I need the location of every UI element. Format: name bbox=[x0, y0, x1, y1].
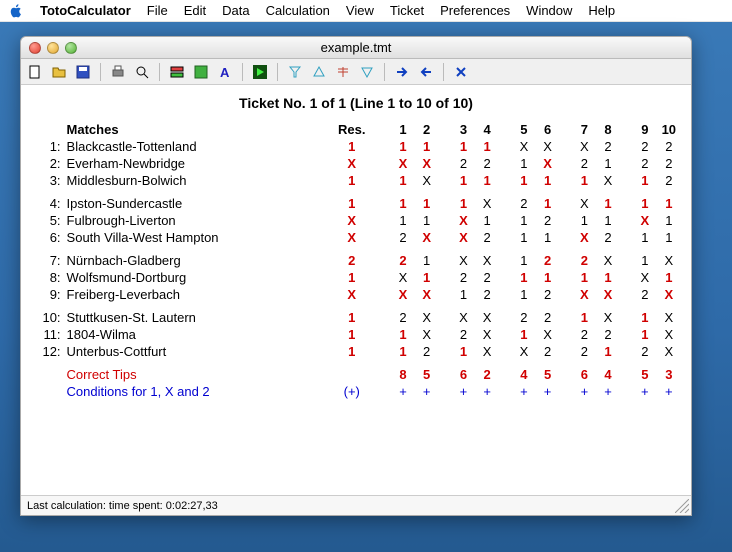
preview-icon[interactable] bbox=[132, 62, 152, 82]
disk-icon[interactable] bbox=[191, 62, 211, 82]
clear-icon[interactable] bbox=[451, 62, 471, 82]
col-2: 2 bbox=[415, 121, 439, 138]
ticket-grid: Matches Res. 1 2 3 4 5 6 7 8 9 10 bbox=[31, 121, 681, 400]
conditions-row[interactable]: Conditions for 1, X and 2(+)++++++++++ bbox=[31, 383, 681, 400]
menu-edit[interactable]: Edit bbox=[184, 3, 206, 18]
apple-logo-icon bbox=[8, 3, 24, 19]
table-row: 7:Nürnbach-Gladberg221XX122X1X bbox=[31, 252, 681, 269]
table-row: 11:1804-Wilma11X2X1X221X bbox=[31, 326, 681, 343]
filter4-icon[interactable] bbox=[357, 62, 377, 82]
col-5: 5 bbox=[512, 121, 536, 138]
zoom-button[interactable] bbox=[65, 42, 77, 54]
new-icon[interactable] bbox=[25, 62, 45, 82]
table-row: 12:Unterbus-Cottfurt1121XX2212X bbox=[31, 343, 681, 360]
col-1: 1 bbox=[391, 121, 415, 138]
font-icon[interactable]: A bbox=[215, 62, 235, 82]
table-row: 10:Stuttkusen-St. Lautern12XXX221X1X bbox=[31, 309, 681, 326]
prev-icon[interactable] bbox=[416, 62, 436, 82]
resize-grip-icon[interactable] bbox=[675, 499, 689, 513]
menu-view[interactable]: View bbox=[346, 3, 374, 18]
next-icon[interactable] bbox=[392, 62, 412, 82]
filter2-icon[interactable] bbox=[309, 62, 329, 82]
open-icon[interactable] bbox=[49, 62, 69, 82]
window-title: example.tmt bbox=[21, 40, 691, 55]
save-icon[interactable] bbox=[73, 62, 93, 82]
statusbar: Last calculation: time spent: 0:02:27,33 bbox=[21, 495, 691, 515]
menubar: TotoCalculator File Edit Data Calculatio… bbox=[0, 0, 732, 22]
table-row: 1:Blackcastle-Tottenland11111XXX222 bbox=[31, 138, 681, 155]
menu-help[interactable]: Help bbox=[588, 3, 615, 18]
menu-ticket[interactable]: Ticket bbox=[390, 3, 424, 18]
table-row: 2:Everham-NewbridgeXXX221X2122 bbox=[31, 155, 681, 172]
toolbar: A bbox=[21, 59, 691, 85]
menu-preferences[interactable]: Preferences bbox=[440, 3, 510, 18]
status-text: Last calculation: time spent: 0:02:27,33 bbox=[27, 500, 218, 512]
print-icon[interactable] bbox=[108, 62, 128, 82]
col-3: 3 bbox=[452, 121, 476, 138]
minimize-button[interactable] bbox=[47, 42, 59, 54]
correct-tips-row: Correct Tips8562456453 bbox=[31, 366, 681, 383]
table-row: 6:South Villa-West HamptonX2XX211X211 bbox=[31, 229, 681, 246]
titlebar[interactable]: example.tmt bbox=[21, 37, 691, 59]
svg-text:A: A bbox=[220, 65, 230, 80]
table-row: 3:Middlesburn-Bolwich11X11111X12 bbox=[31, 172, 681, 189]
filter3-icon[interactable] bbox=[333, 62, 353, 82]
col-4: 4 bbox=[475, 121, 499, 138]
col-8: 8 bbox=[596, 121, 620, 138]
col-10: 10 bbox=[657, 121, 681, 138]
document-window: example.tmt A Ticket No. 1 of 1 (Line 1 … bbox=[20, 36, 692, 516]
col-7: 7 bbox=[573, 121, 597, 138]
col-6: 6 bbox=[536, 121, 560, 138]
menu-file[interactable]: File bbox=[147, 3, 168, 18]
close-button[interactable] bbox=[29, 42, 41, 54]
conditions-toggle[interactable]: (+) bbox=[325, 383, 378, 400]
ticket-title: Ticket No. 1 of 1 (Line 1 to 10 of 10) bbox=[31, 95, 681, 111]
data-icon[interactable] bbox=[167, 62, 187, 82]
table-row: 8:Wolfsmund-Dortburg1X1221111X1 bbox=[31, 269, 681, 286]
menu-window[interactable]: Window bbox=[526, 3, 572, 18]
table-row: 4:Ipston-Sundercastle1111X21X111 bbox=[31, 195, 681, 212]
col-9: 9 bbox=[633, 121, 657, 138]
table-row: 9:Freiberg-LeverbachXXX1212XX2X bbox=[31, 286, 681, 303]
run-icon[interactable] bbox=[250, 62, 270, 82]
app-name: TotoCalculator bbox=[40, 3, 131, 18]
menu-calculation[interactable]: Calculation bbox=[266, 3, 330, 18]
filter1-icon[interactable] bbox=[285, 62, 305, 82]
content-area: Ticket No. 1 of 1 (Line 1 to 10 of 10) M… bbox=[21, 85, 691, 495]
menu-data[interactable]: Data bbox=[222, 3, 249, 18]
col-res: Res. bbox=[325, 121, 378, 138]
col-matches: Matches bbox=[63, 121, 326, 138]
table-row: 5:Fulbrough-LivertonX11X11211X1 bbox=[31, 212, 681, 229]
